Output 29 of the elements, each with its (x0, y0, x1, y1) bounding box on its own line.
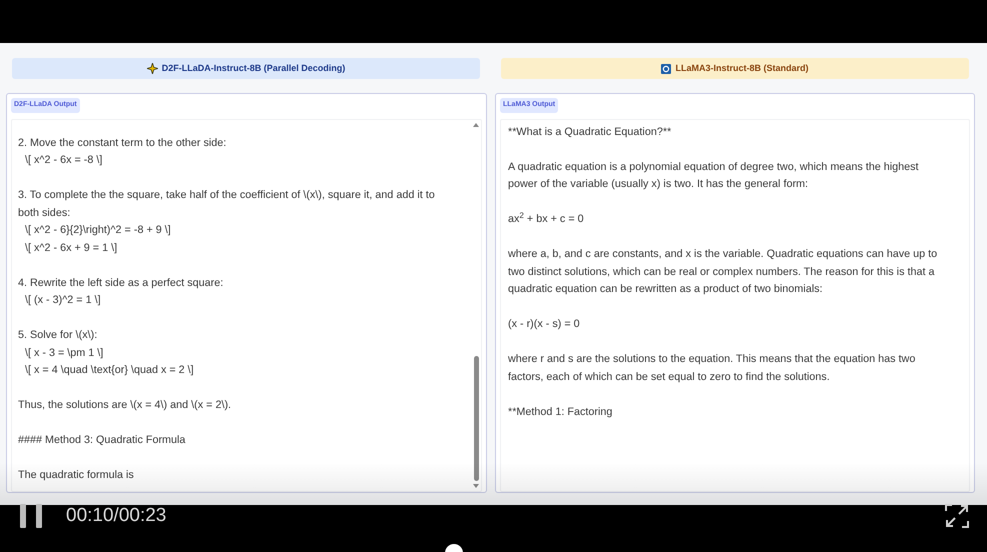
output-text: ax$^{2}$ + bx + c = 0 (508, 211, 585, 227)
scroll-down-icon[interactable] (473, 484, 479, 489)
output-text: 4. Rewrite the left side as a perfect square: (18, 276, 224, 290)
model-header: D2F-LLaDA-Instruct-8B (Parallel Decoding) (12, 58, 480, 79)
output-text: where r and s are the solutions to the equation. This means that the equation has two factors, each of which can be set equal to zero to find the solutions. (508, 352, 916, 384)
pause-button[interactable] (20, 504, 42, 528)
output-text: 3. To complete the the square, take half of the coefficient of \(x\), square it, and add it to both sides: (18, 188, 436, 220)
output-text: \[ x^2 - 6}{2}\right)^2 = -8 + 9 \] (24, 223, 172, 238)
output-text: \[ x^2 - 6x = -8 \] (24, 153, 104, 168)
output-text: \[ x - 3 = \pm 1 \] (24, 346, 104, 360)
output-text: The quadratic formula is (18, 468, 135, 483)
scroll-up-icon[interactable] (473, 122, 479, 126)
output-text: where a, b, and c are constants, and x is the variable. Quadratic equations can have up to two distinct solutions, which can be real or complex numbers. The reason for this is that a quadratic equation can be rewritten as a product of two binomials: (508, 247, 938, 297)
output-text: 5. Solve for \(x\): (18, 328, 98, 343)
sparkle-icon (146, 63, 158, 74)
output-text: **What is a Quadratic Equation?** (508, 124, 672, 140)
output-text: \[ x^2 - 6x + 9 = 1 \] (24, 240, 118, 256)
output-text: **Method 1: Factoring (508, 404, 614, 420)
square-circle-icon (661, 64, 672, 74)
output-text: \[ (x - 3)^2 = 1 \] (24, 293, 102, 308)
output-text: 2. Move the constant term to the other side: (18, 136, 228, 150)
playback-time: 00:10/00:23 (66, 504, 166, 528)
output-text: Thus, the solutions are \(x = 4\) and \(x = 2\). (18, 398, 232, 413)
output-text: \[ x = 4 \quad \text{or} \quad x = 2 \] (24, 363, 195, 378)
output-text: #### Method 3: Quadratic Formula (18, 433, 186, 448)
output-text: (x - r)(x - s) = 0 (508, 317, 581, 332)
model-header: LLaMA3-Instruct-8B (Standard) (501, 58, 969, 79)
output-text: A quadratic equation is a polynomial equation of degree two, which means the highest power of the variable (usually x) is two. It has the general form: (508, 160, 920, 192)
fullscreen-button[interactable] (945, 504, 969, 528)
